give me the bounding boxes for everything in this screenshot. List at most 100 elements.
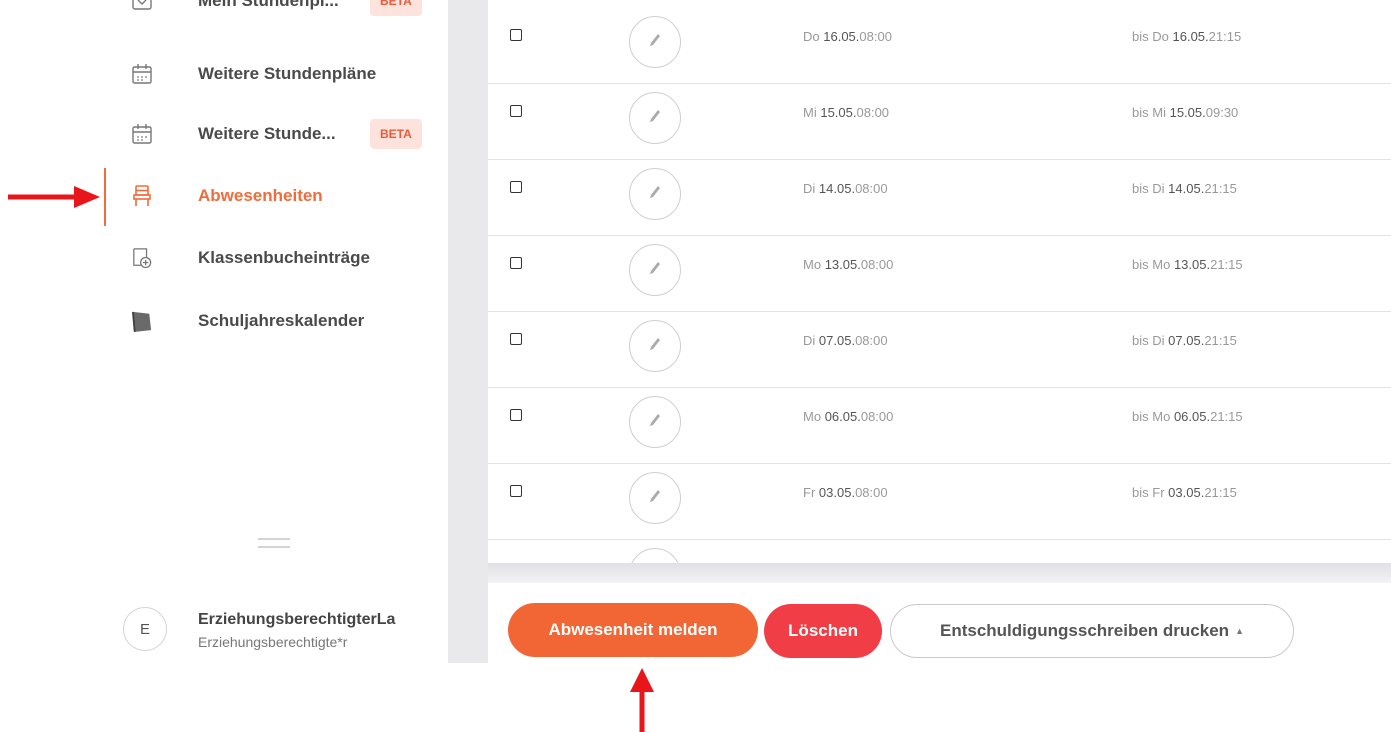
absence-from: Fr 03.05.08:00 [803, 485, 888, 500]
to-day: Fr [1152, 485, 1165, 500]
sidebar: Mein Stundenpl... BETA Weitere Stundenpl… [0, 0, 448, 663]
from-date: 16.05. [823, 29, 860, 44]
chair-icon [132, 185, 152, 207]
from-day: Mo [803, 409, 822, 424]
absence-from: Mo 13.05.08:00 [803, 257, 893, 272]
to-day: Mo [1152, 257, 1171, 272]
edit-button[interactable] [629, 92, 681, 144]
to-date: 16.05. [1172, 29, 1209, 44]
absence-table: Do 16.05.08:00 bis Do 16.05.21:15 Mi 15.05… [488, 14, 1391, 563]
sidebar-item-further-timetables[interactable]: Weitere Stundenpläne [132, 59, 376, 89]
to-time: 21:15 [1204, 333, 1237, 348]
edit-button[interactable] [629, 396, 681, 448]
from-time: 08:00 [859, 29, 892, 44]
absence-to: bis Do 16.05.21:15 [1132, 29, 1241, 44]
edit-button[interactable] [629, 548, 681, 563]
from-day: Do [803, 29, 820, 44]
absence-from: Mi 15.05.08:00 [803, 105, 889, 120]
absence-from: Mo 06.05.08:00 [803, 409, 893, 424]
action-bar: Abwesenheit melden Löschen Entschuldigun… [488, 583, 1391, 663]
from-date: 15.05. [820, 105, 857, 120]
beta-badge: BETA [370, 119, 422, 149]
edit-button[interactable] [629, 320, 681, 372]
edit-button[interactable] [629, 168, 681, 220]
row-checkbox[interactable] [510, 29, 522, 41]
to-time: 21:15 [1204, 485, 1237, 500]
to-prefix: bis [1132, 485, 1149, 500]
from-time: 08:00 [855, 333, 888, 348]
sidebar-item-further-timetables-beta[interactable]: Weitere Stunde... BETA [132, 119, 422, 149]
to-time: 21:15 [1204, 181, 1237, 196]
sidebar-item-label: Abwesenheiten [198, 186, 323, 205]
sidebar-item-class-register[interactable]: Klassenbucheinträge [132, 243, 370, 273]
from-time: 08:00 [860, 409, 894, 424]
absence-to: bis Mo 06.05.21:15 [1132, 409, 1243, 424]
table-bottom-shadow [488, 563, 1391, 583]
row-checkbox[interactable] [510, 181, 522, 193]
absence-row: Di 14.05.08:00 bis Di 14.05.21:15 [488, 159, 1391, 236]
from-day: Fr [803, 485, 816, 500]
from-time: 08:00 [856, 105, 890, 120]
absence-to: bis Mi 15.05.09:30 [1132, 105, 1238, 120]
from-date: 13.05. [824, 257, 861, 272]
from-date: 06.05. [824, 409, 861, 424]
to-date: 13.05. [1173, 257, 1211, 272]
pencil-icon [649, 413, 661, 432]
absence-row: Fr 03.05.08:00 bis Fr 03.05.21:15 [488, 463, 1391, 540]
report-absence-button[interactable]: Abwesenheit melden [508, 603, 758, 657]
user-role: Erziehungsberechtigte*r [198, 634, 348, 650]
sidebar-item-school-calendar[interactable]: Schuljahreskalender [132, 306, 364, 336]
beta-badge: BETA [370, 0, 422, 16]
sidebar-item-my-timetable[interactable]: Mein Stundenpl... BETA [132, 0, 422, 16]
calendar-book-icon [132, 310, 152, 332]
absence-from: Di 07.05.08:00 [803, 333, 888, 348]
to-day: Do [1152, 29, 1169, 44]
row-checkbox[interactable] [510, 333, 522, 345]
pencil-icon [649, 185, 661, 204]
to-date: 03.05. [1168, 485, 1205, 500]
active-indicator [104, 168, 106, 226]
delete-button[interactable]: Löschen [764, 604, 882, 658]
row-checkbox[interactable] [510, 485, 522, 497]
annotation-arrow-right [8, 186, 100, 208]
edit-button[interactable] [629, 472, 681, 524]
pencil-icon [649, 261, 661, 280]
avatar[interactable]: E [123, 607, 167, 651]
to-prefix: bis [1132, 333, 1149, 348]
from-day: Di [803, 333, 816, 348]
calendar-icon [132, 123, 152, 145]
to-prefix: bis [1132, 29, 1149, 44]
row-checkbox[interactable] [510, 105, 522, 117]
absence-row: Mo 13.05.08:00 bis Mo 13.05.21:15 [488, 235, 1391, 312]
to-date: 14.05. [1168, 181, 1205, 196]
book-add-icon [132, 247, 152, 269]
to-prefix: bis [1132, 181, 1149, 196]
absence-row-partial [488, 539, 1391, 563]
from-date: 03.05. [818, 485, 856, 500]
absence-row: Mi 15.05.08:00 bis Mi 15.05.09:30 [488, 83, 1391, 160]
from-day: Di [803, 181, 816, 196]
to-day: Di [1152, 333, 1165, 348]
to-prefix: bis [1132, 105, 1149, 120]
absence-to: bis Di 07.05.21:15 [1132, 333, 1237, 348]
edit-button[interactable] [629, 16, 681, 68]
to-date: 06.05. [1173, 409, 1211, 424]
user-name: ErziehungsberechtigterLa [198, 611, 396, 628]
edit-button[interactable] [629, 244, 681, 296]
resize-handle[interactable] [258, 538, 290, 550]
from-date: 14.05. [818, 181, 856, 196]
from-day: Mo [803, 257, 822, 272]
absence-row: Do 16.05.08:00 bis Do 16.05.21:15 [488, 14, 1391, 84]
sidebar-item-label: Schuljahreskalender [198, 311, 365, 330]
row-checkbox[interactable] [510, 409, 522, 421]
pencil-icon [649, 33, 661, 52]
from-time: 08:00 [855, 181, 888, 196]
to-time: 21:15 [1208, 29, 1242, 44]
absence-row: Mo 06.05.08:00 bis Mo 06.05.21:15 [488, 387, 1391, 464]
absence-to: bis Mo 13.05.21:15 [1132, 257, 1243, 272]
to-day: Mo [1152, 409, 1171, 424]
sidebar-item-absences[interactable]: Abwesenheiten [132, 181, 323, 211]
print-excuse-button[interactable]: Entschuldigungsschreiben drucken ▲ [890, 604, 1294, 658]
row-checkbox[interactable] [510, 257, 522, 269]
sidebar-item-label: Weitere Stundenpläne [198, 64, 377, 83]
